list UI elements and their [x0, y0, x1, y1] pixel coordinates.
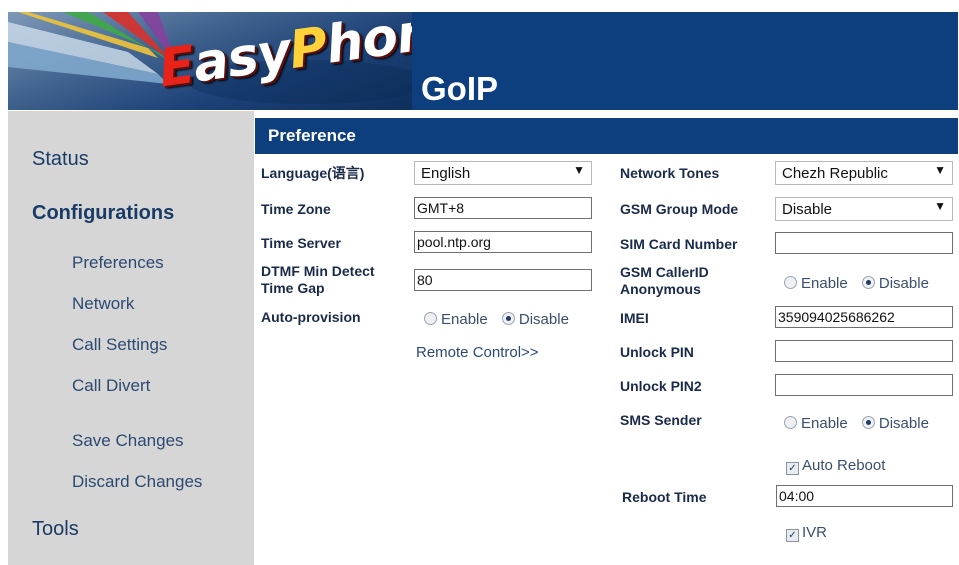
remote-control-link[interactable]: Remote Control>> [416, 344, 539, 361]
dtmf-label-line2: Time Gap [261, 280, 325, 296]
chevron-down-icon: ▼ [934, 199, 946, 213]
callerid-radio-group: Enable Disable [784, 275, 939, 292]
unlock-pin-input[interactable] [775, 340, 953, 362]
language-label: Language(语言) [261, 165, 365, 181]
ivr-checkbox-row[interactable]: ✓ IVR [786, 524, 827, 542]
radio-off-icon[interactable] [784, 416, 797, 429]
timeserver-label: Time Server [261, 235, 341, 251]
imei-label: IMEI [620, 310, 649, 326]
callerid-label: GSM CallerID Anonymous [620, 264, 709, 298]
save-changes-link[interactable]: Save Changes [72, 431, 184, 451]
sidebar-item-tools[interactable]: Tools [32, 518, 79, 541]
timeserver-input[interactable]: pool.ntp.org [414, 231, 592, 253]
sidebar-item-network[interactable]: Network [72, 294, 134, 314]
sms-enable-option[interactable]: Enable [784, 415, 848, 432]
auto-reboot-label: Auto Reboot [802, 457, 886, 474]
ivr-label: IVR [802, 524, 828, 541]
callerid-disable-option[interactable]: Disable [861, 275, 929, 292]
chevron-down-icon: ▼ [573, 163, 585, 177]
chevron-down-icon: ▼ [934, 163, 946, 177]
sidebar-item-status[interactable]: Status [32, 148, 89, 171]
checkbox-checked-icon[interactable]: ✓ [786, 529, 799, 542]
timezone-label: Time Zone [261, 201, 331, 217]
unlock-pin2-input[interactable] [775, 374, 953, 396]
radio-on-icon[interactable] [861, 416, 875, 429]
sidebar-item-preferences[interactable]: Preferences [72, 253, 164, 273]
sms-sender-label: SMS Sender [620, 412, 702, 428]
sim-number-input[interactable] [775, 232, 953, 254]
header-banner: EasyPhone GoIP [8, 12, 958, 110]
network-tones-select[interactable]: Chezh Republic ▼ [775, 161, 953, 185]
radio-off-icon[interactable] [784, 276, 797, 289]
sidebar-item-call-divert[interactable]: Call Divert [72, 376, 150, 396]
section-header: Preference [255, 118, 958, 154]
checkbox-checked-icon[interactable]: ✓ [786, 462, 799, 475]
autoprov-radio-group: Enable Disable [424, 311, 579, 328]
product-title: GoIP [421, 70, 499, 107]
network-tones-label: Network Tones [620, 165, 720, 181]
gsm-group-value: Disable [782, 201, 833, 218]
discard-changes-link[interactable]: Discard Changes [72, 472, 202, 492]
brand-logo: EasyPhone [8, 12, 412, 110]
callerid-label-line2: Anonymous [620, 281, 701, 297]
timezone-input[interactable]: GMT+8 [414, 197, 592, 219]
imei-input[interactable]: 359094025686262 [775, 306, 953, 328]
language-select-value: English [421, 165, 471, 182]
radio-on-icon[interactable] [861, 276, 875, 289]
unlock-pin2-label: Unlock PIN2 [620, 378, 702, 394]
sidebar-item-call-settings[interactable]: Call Settings [72, 335, 167, 355]
dtmf-label: DTMF Min Detect Time Gap [261, 263, 375, 297]
callerid-enable-option[interactable]: Enable [784, 275, 848, 292]
sidebar-item-configurations[interactable]: Configurations [32, 202, 174, 225]
callerid-label-line1: GSM CallerID [620, 264, 709, 280]
autoprov-disable-option[interactable]: Disable [501, 311, 569, 328]
sim-label: SIM Card Number [620, 236, 738, 252]
network-tones-value: Chezh Republic [782, 165, 888, 182]
auto-reboot-checkbox-row[interactable]: ✓ Auto Reboot [786, 457, 885, 475]
dtmf-label-line1: DTMF Min Detect [261, 263, 375, 279]
sms-sender-radio-group: Enable Disable [784, 415, 939, 432]
reboot-time-label: Reboot Time [622, 489, 707, 505]
section-title: Preference [268, 126, 356, 145]
gsm-group-label: GSM Group Mode [620, 201, 739, 217]
reboot-time-input[interactable]: 04:00 [776, 485, 953, 507]
unlock-pin-label: Unlock PIN [620, 344, 694, 360]
gsm-group-select[interactable]: Disable ▼ [775, 197, 953, 221]
sms-disable-option[interactable]: Disable [861, 415, 929, 432]
autoprov-enable-option[interactable]: Enable [424, 311, 488, 328]
radio-on-icon[interactable] [501, 312, 515, 325]
dtmf-input[interactable]: 80 [414, 269, 592, 291]
autoprov-label: Auto-provision [261, 309, 361, 325]
language-select[interactable]: English ▼ [414, 161, 592, 185]
radio-off-icon[interactable] [424, 312, 437, 325]
